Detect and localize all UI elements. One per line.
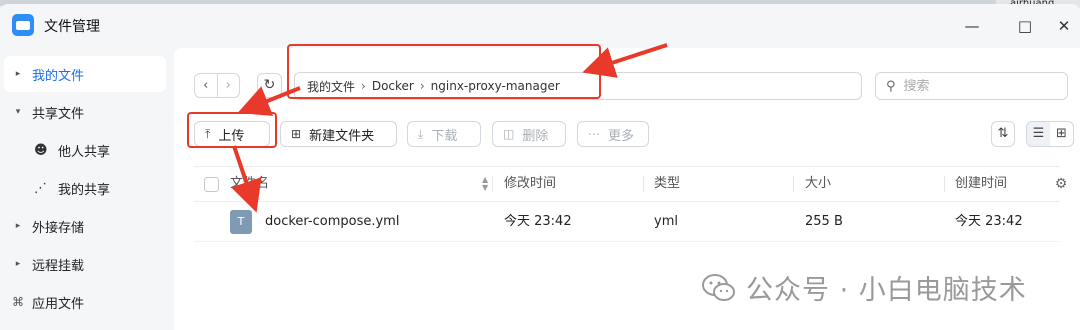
watermark: 公众号 · 小白电脑技术: [702, 268, 1027, 307]
annotation-arrow: [231, 145, 262, 213]
annotation-arrow: [582, 43, 668, 78]
watermark-text: 公众号 · 小白电脑技术: [746, 275, 1027, 306]
annotation-arrow: [237, 86, 301, 116]
wechat-logo: [702, 273, 735, 301]
